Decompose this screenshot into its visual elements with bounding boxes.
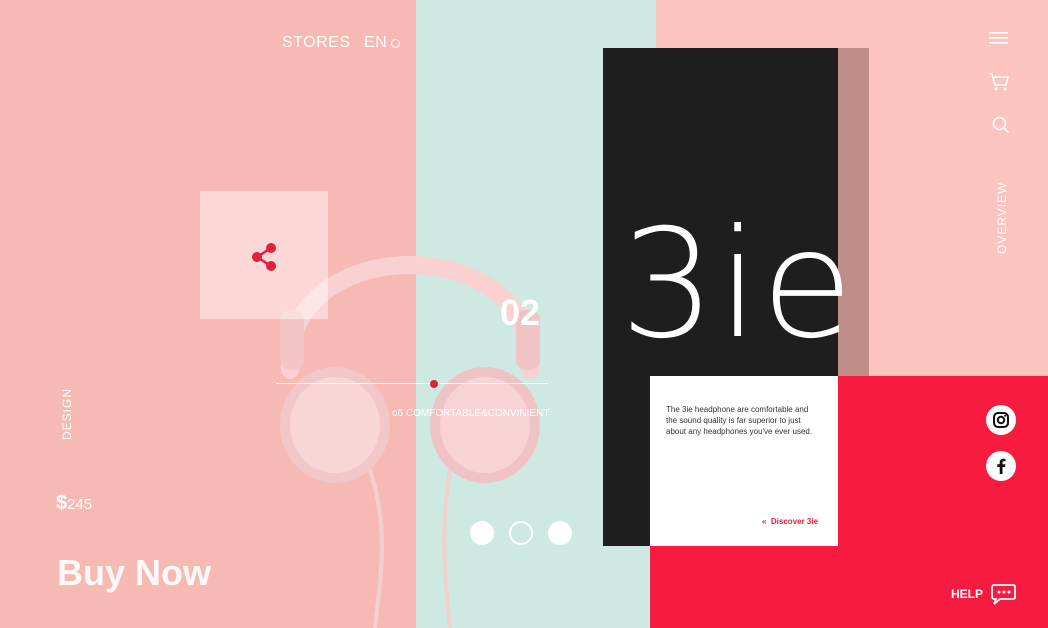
- overview-link[interactable]: OVERVIEW: [995, 182, 1009, 254]
- instagram-icon[interactable]: [986, 405, 1016, 435]
- search-icon[interactable]: [992, 116, 1010, 139]
- language-dot-icon: [391, 38, 401, 48]
- menu-icon[interactable]: [989, 30, 1009, 51]
- price-value: 245: [67, 496, 93, 513]
- help-label[interactable]: HELP: [951, 587, 983, 601]
- price-currency: $: [56, 492, 68, 514]
- discover-link[interactable]: « Discover 3ie: [762, 517, 818, 526]
- chat-icon[interactable]: [989, 582, 1017, 611]
- slide-pager: [470, 521, 572, 545]
- brand-name: 3ie: [620, 198, 856, 372]
- language-selector[interactable]: EN: [364, 34, 401, 52]
- slide-number: 02: [500, 292, 541, 333]
- discover-label: Discover 3ie: [770, 517, 819, 526]
- share-icon[interactable]: [251, 242, 279, 277]
- pager-dot-3[interactable]: [548, 521, 572, 545]
- cart-icon[interactable]: [988, 72, 1010, 97]
- double-chevron-left-icon: «: [762, 517, 767, 526]
- slide-caption: o6 COMFORTABLE&CONVINIENT: [392, 408, 550, 419]
- design-label: DESIGN: [60, 387, 74, 440]
- facebook-icon[interactable]: [986, 451, 1016, 481]
- brand-description: The 3ie headphone are comfortable and th…: [666, 405, 813, 436]
- slider-track[interactable]: [276, 383, 548, 384]
- stores-link[interactable]: STORES: [282, 34, 351, 52]
- pager-dot-2[interactable]: [509, 521, 533, 545]
- price: $245: [56, 492, 92, 515]
- slider-handle[interactable]: [429, 380, 438, 388]
- pager-dot-1[interactable]: [470, 521, 494, 545]
- language-label: EN: [364, 34, 388, 51]
- buy-now-button[interactable]: Buy Now: [57, 552, 211, 594]
